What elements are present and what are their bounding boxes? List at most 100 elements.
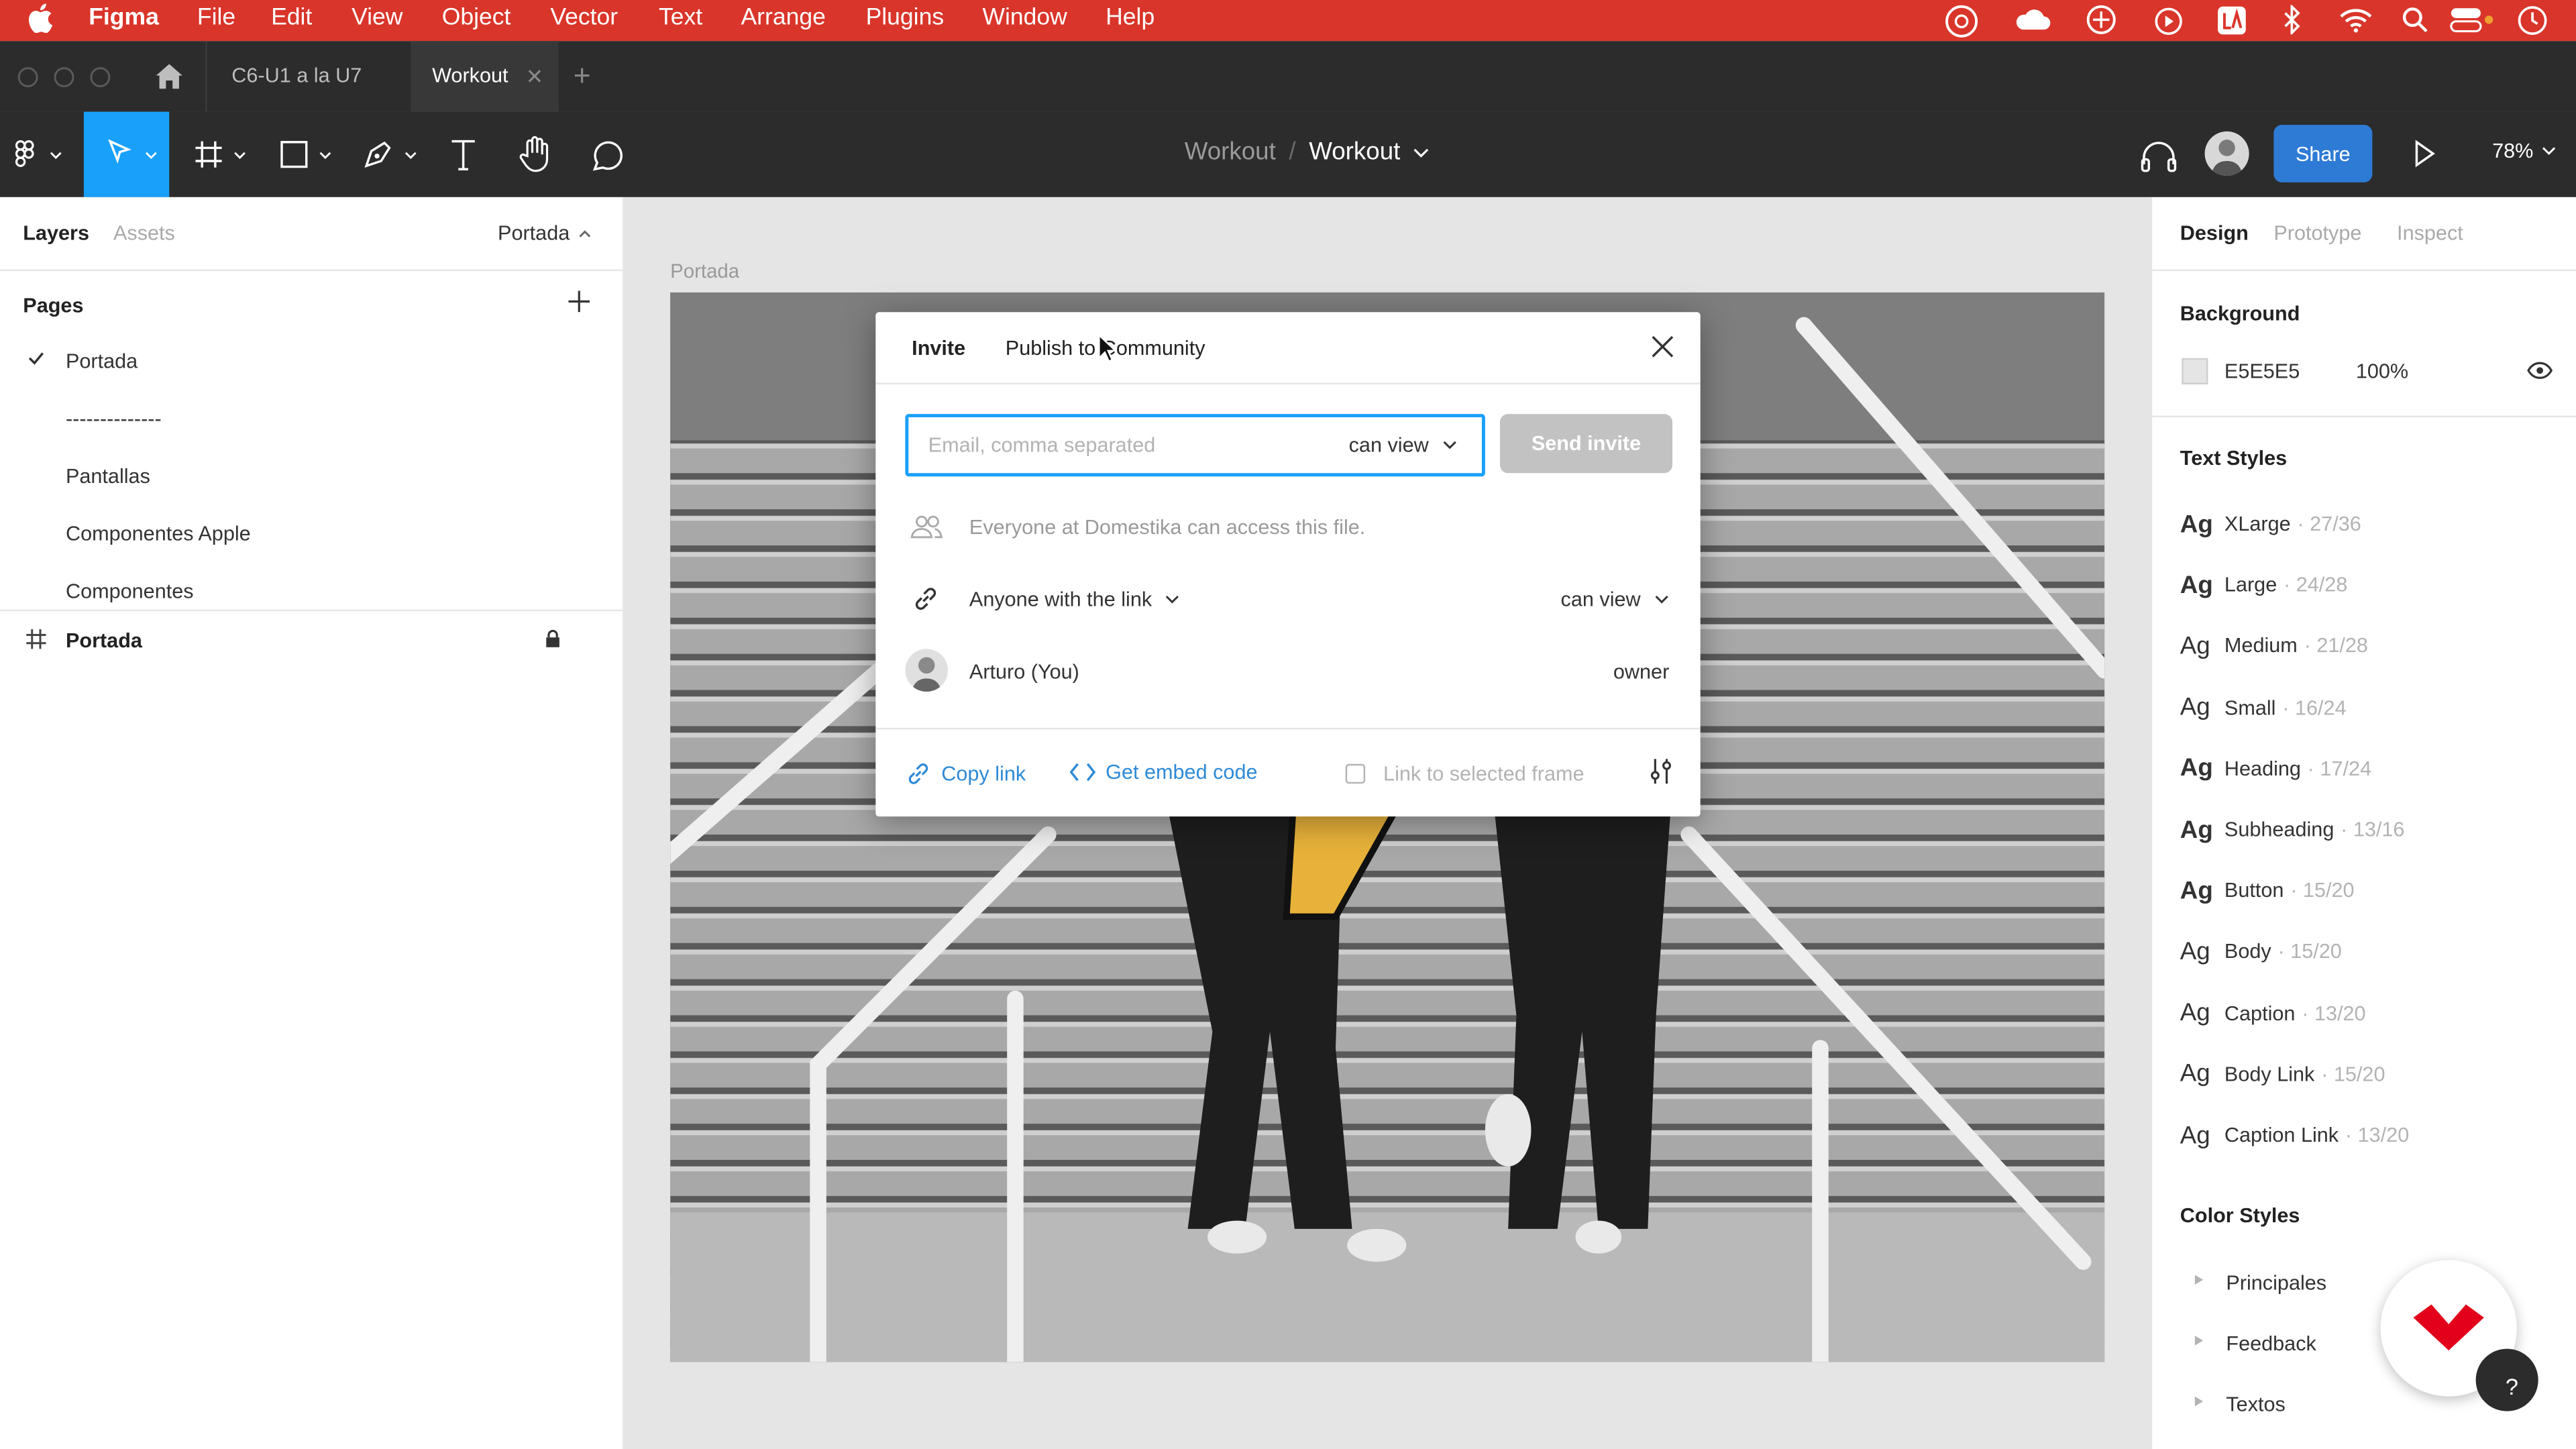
rectangle-tool-icon[interactable] xyxy=(279,140,335,169)
mouse-cursor-icon xyxy=(1097,333,1118,363)
wifi-icon[interactable] xyxy=(2339,7,2372,33)
layer-row-portada[interactable]: Portada xyxy=(0,619,623,662)
close-tab-icon[interactable]: ✕ xyxy=(526,64,544,91)
color-style-group[interactable]: Principales xyxy=(2194,1272,2326,1295)
expand-triangle-icon[interactable] xyxy=(2194,1397,2204,1407)
clock-icon[interactable] xyxy=(2517,5,2548,36)
bluetooth-icon[interactable] xyxy=(2282,5,2302,35)
text-style-name: Medium xyxy=(2224,635,2298,658)
text-style-name: Heading xyxy=(2224,757,2301,780)
email-input-placeholder[interactable]: Email, comma separated xyxy=(928,434,1156,457)
control-center-icon[interactable] xyxy=(2449,7,2496,33)
figma-menu-icon[interactable] xyxy=(15,140,64,169)
text-style-item[interactable]: Ag XLarge · 27/36 xyxy=(2180,508,2361,541)
link-access-dropdown[interactable]: Anyone with the link xyxy=(969,588,1180,611)
menu-help[interactable]: Help xyxy=(1106,5,1155,31)
text-style-item[interactable]: Ag Medium · 21/28 xyxy=(2180,630,2368,663)
copy-link-button[interactable]: Copy link xyxy=(905,761,1026,787)
background-hex[interactable]: E5E5E5 xyxy=(2224,360,2300,382)
link-permission-dropdown[interactable]: can view xyxy=(1561,588,1669,611)
breadcrumb-file[interactable]: Workout xyxy=(1309,138,1400,166)
text-tool-icon[interactable] xyxy=(449,138,478,171)
text-style-item[interactable]: Ag Body · 15/20 xyxy=(2180,935,2342,968)
color-style-group[interactable]: Textos xyxy=(2194,1394,2286,1417)
app-la-icon[interactable] xyxy=(2216,5,2248,36)
file-tab-bar: C6-U1 a la U7 Workout ✕ + xyxy=(0,41,2576,112)
page-item-portada[interactable]: Portada xyxy=(66,350,138,373)
email-invite-field[interactable]: Email, comma separated can view xyxy=(905,414,1485,477)
frame-tool-icon[interactable] xyxy=(194,140,250,169)
text-style-item[interactable]: Ag Body Link · 15/20 xyxy=(2180,1058,2385,1091)
page-item-componentes[interactable]: Componentes xyxy=(66,580,194,602)
comment-tool-icon[interactable] xyxy=(590,138,626,174)
color-style-group[interactable]: Feedback xyxy=(2194,1333,2316,1356)
avatar[interactable] xyxy=(2204,131,2249,176)
text-style-item[interactable]: Ag Caption · 13/20 xyxy=(2180,997,2366,1030)
text-style-item[interactable]: Ag Caption Link · 13/20 xyxy=(2180,1119,2409,1152)
menu-edit[interactable]: Edit xyxy=(271,5,312,31)
add-page-icon[interactable] xyxy=(568,290,590,313)
tab-inspect[interactable]: Inspect xyxy=(2397,222,2463,245)
breadcrumb-project[interactable]: Workout xyxy=(1185,138,1276,166)
close-icon[interactable] xyxy=(1651,335,1674,358)
tab-design[interactable]: Design xyxy=(2180,222,2249,245)
chevron-down-icon[interactable] xyxy=(1413,147,1430,157)
share-button[interactable]: Share xyxy=(2273,125,2373,182)
present-play-icon[interactable] xyxy=(2414,140,2436,168)
text-style-item[interactable]: Ag Subheading · 13/16 xyxy=(2180,813,2405,846)
embed-code-button[interactable]: Get embed code xyxy=(1069,761,1258,784)
menu-view[interactable]: View xyxy=(352,5,402,31)
menu-vector[interactable]: Vector xyxy=(550,5,618,31)
move-tool-button[interactable] xyxy=(83,111,170,197)
menu-arrange[interactable]: Arrange xyxy=(741,5,825,31)
expand-triangle-icon[interactable] xyxy=(2194,1275,2204,1285)
text-style-item[interactable]: Ag Heading · 17/24 xyxy=(2180,752,2371,785)
window-minimize-button[interactable] xyxy=(52,66,75,89)
window-close-button[interactable] xyxy=(16,66,39,89)
tab-assets[interactable]: Assets xyxy=(113,222,175,245)
page-item-separator[interactable]: -------------- xyxy=(66,407,162,430)
link-selected-frame-checkbox[interactable]: Link to selected frame xyxy=(1345,762,1585,786)
background-opacity[interactable]: 100% xyxy=(2356,360,2408,382)
apple-icon[interactable] xyxy=(28,3,53,33)
text-style-item[interactable]: Ag Small · 16/24 xyxy=(2180,691,2347,724)
new-tab-icon[interactable]: + xyxy=(574,59,591,93)
window-zoom-button[interactable] xyxy=(89,66,111,89)
text-style-item[interactable]: Ag Large · 24/28 xyxy=(2180,569,2348,602)
menu-app-name[interactable]: Figma xyxy=(89,5,159,31)
text-style-item[interactable]: Ag Button · 15/20 xyxy=(2180,874,2355,907)
vpn-icon[interactable] xyxy=(2083,3,2119,36)
tab-prototype[interactable]: Prototype xyxy=(2273,222,2361,245)
checkbox[interactable] xyxy=(1345,763,1366,784)
settings-sliders-icon[interactable] xyxy=(1650,757,1672,786)
tab-c6-u1[interactable]: C6-U1 a la U7 xyxy=(205,41,409,112)
lock-icon[interactable] xyxy=(545,629,560,647)
frame-label[interactable]: Portada xyxy=(670,260,739,282)
cloud-icon[interactable] xyxy=(2012,7,2052,33)
eye-visibility-icon[interactable] xyxy=(2527,362,2553,380)
send-invite-button[interactable]: Send invite xyxy=(1499,414,1673,474)
menu-text[interactable]: Text xyxy=(659,5,702,31)
zoom-dropdown[interactable]: 78% xyxy=(2492,140,2557,162)
tab-invite[interactable]: Invite xyxy=(912,337,965,360)
play-circle-icon[interactable] xyxy=(2154,7,2184,36)
pen-tool-icon[interactable] xyxy=(363,140,422,169)
expand-triangle-icon[interactable] xyxy=(2194,1336,2204,1346)
help-button[interactable]: ? xyxy=(2475,1348,2538,1411)
page-item-pantallas[interactable]: Pantallas xyxy=(66,465,150,488)
page-item-componentes-apple[interactable]: Componentes Apple xyxy=(66,523,251,545)
background-swatch[interactable] xyxy=(2182,358,2208,385)
menu-plugins[interactable]: Plugins xyxy=(866,5,944,31)
tab-workout[interactable]: Workout ✕ xyxy=(411,41,559,112)
creative-cloud-icon[interactable] xyxy=(1943,3,1980,40)
home-icon[interactable] xyxy=(154,62,184,91)
invite-permission-dropdown[interactable]: can view xyxy=(1349,434,1457,457)
tab-layers[interactable]: Layers xyxy=(23,222,89,245)
audio-headphones-icon[interactable] xyxy=(2139,138,2179,174)
menu-window[interactable]: Window xyxy=(982,5,1067,31)
menu-object[interactable]: Object xyxy=(442,5,511,31)
menu-file[interactable]: File xyxy=(197,5,235,31)
page-selector[interactable]: Portada xyxy=(498,222,591,245)
search-icon[interactable] xyxy=(2402,7,2428,33)
hand-tool-icon[interactable] xyxy=(519,135,555,174)
